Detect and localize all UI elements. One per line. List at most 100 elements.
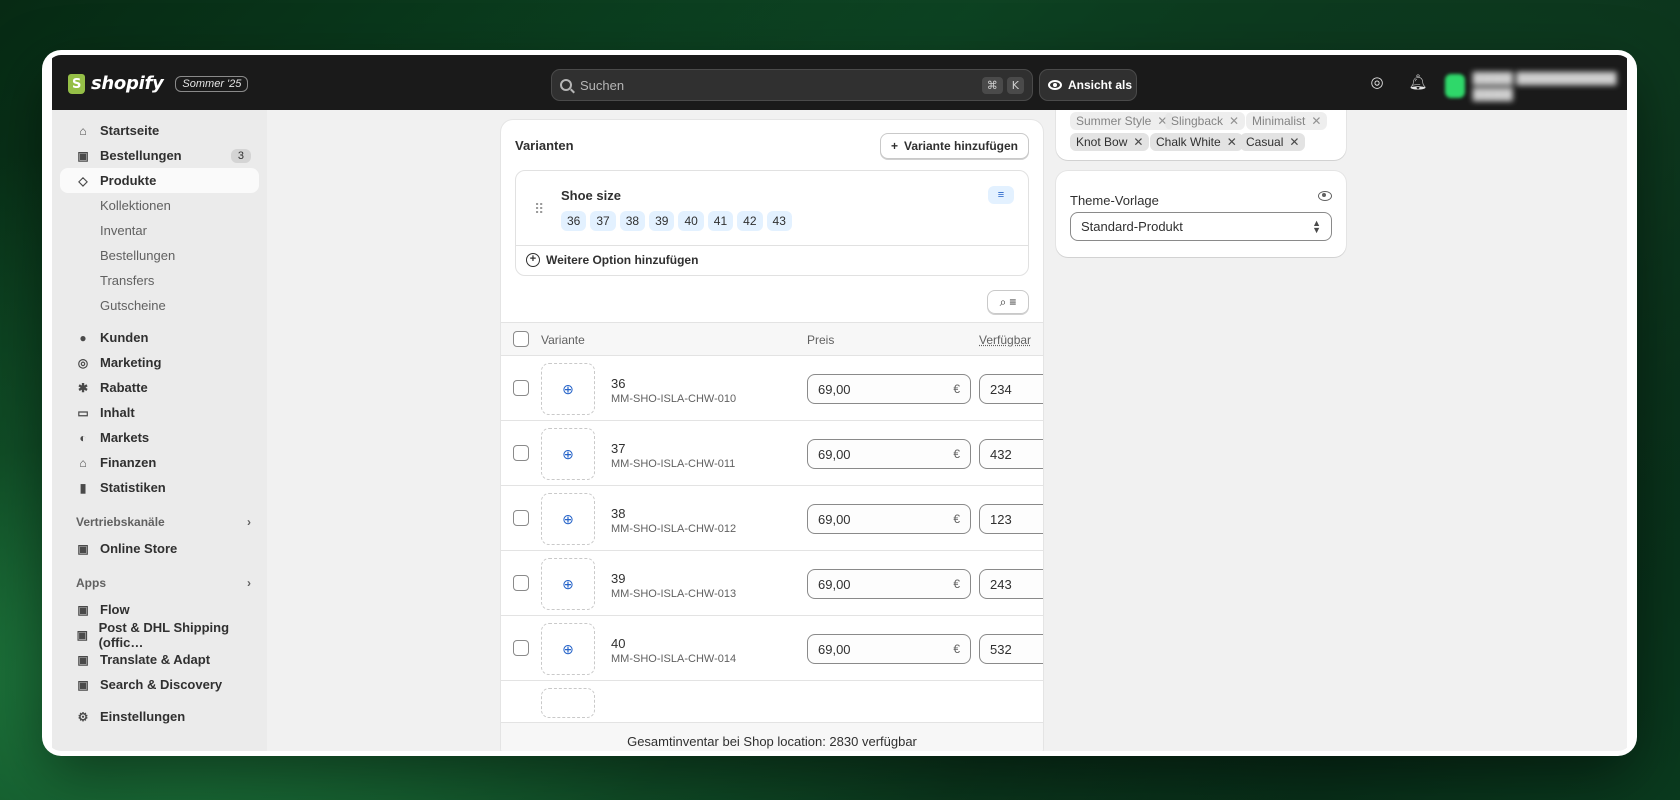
option-name[interactable]: Shoe size: [561, 188, 621, 203]
sidebar-item-app-translate[interactable]: ▣ Translate & Adapt: [60, 647, 259, 672]
table-row[interactable]: ⊕ 36 MM-SHO-ISLA-CHW-010 69,00 € 234: [501, 356, 1043, 421]
sidebar-item-home[interactable]: ⌂ Startseite: [60, 118, 259, 143]
close-icon[interactable]: ✕: [1227, 135, 1237, 149]
sidebar-item-label: Flow: [100, 602, 130, 617]
store-name: ▇▇▇▇ ▇▇▇▇▇▇▇▇▇▇ ▇▇▇▇: [1472, 70, 1617, 101]
sidebar-item-label: Finanzen: [100, 455, 157, 470]
option-value-chip: 39: [649, 211, 675, 231]
row-checkbox[interactable]: [513, 575, 529, 591]
gear-icon: ⚙: [77, 709, 89, 724]
sidebar-item-label: Search & Discovery: [100, 677, 223, 692]
drag-handle-icon[interactable]: ⠿: [534, 201, 544, 218]
sidebar-subitem-collections[interactable]: Kollektionen: [60, 193, 259, 218]
table-row[interactable]: ⊕ 37 MM-SHO-ISLA-CHW-011 69,00 € 432: [501, 421, 1043, 486]
currency-symbol: €: [953, 642, 960, 656]
select-all-checkbox[interactable]: [513, 331, 529, 347]
sidebar-item-settings[interactable]: ⚙ Einstellungen: [60, 704, 259, 729]
option-box: ⠿ Shoe size 36 37 38 39 40 41 42 43 ≡ + …: [515, 170, 1029, 276]
stock-input[interactable]: 123: [979, 504, 1043, 534]
sidebar-subitem-inventory[interactable]: Inventar: [60, 218, 259, 243]
search-app-icon: ▣: [77, 677, 89, 692]
table-row[interactable]: ⊕ 40 MM-SHO-ISLA-CHW-014 69,00 € 532: [501, 616, 1043, 681]
sidebar-item-analytics[interactable]: ▮ Statistiken: [60, 475, 259, 500]
theme-template-label: Theme-Vorlage: [1070, 193, 1159, 208]
table-row[interactable]: ⊕ 38 MM-SHO-ISLA-CHW-012 69,00 € 123: [501, 486, 1043, 551]
variants-table-header: Variante Preis Verfügbar: [501, 322, 1043, 356]
close-icon[interactable]: ✕: [1133, 135, 1143, 149]
add-option-button[interactable]: + Weitere Option hinzufügen: [526, 253, 698, 267]
row-checkbox[interactable]: [513, 640, 529, 656]
add-image-icon[interactable]: ⊕: [541, 493, 595, 545]
sidebar-item-content[interactable]: ▭ Inhalt: [60, 400, 259, 425]
add-variant-button[interactable]: + Variante hinzufügen: [879, 133, 1029, 159]
add-image-icon[interactable]: ⊕: [541, 558, 595, 610]
theme-template-select[interactable]: Standard-Produkt ▲ ▼: [1070, 212, 1332, 241]
price-input[interactable]: 69,00 €: [807, 504, 971, 534]
price-input[interactable]: 69,00 €: [807, 374, 971, 404]
sidebar-item-marketing[interactable]: ◎ Marketing: [60, 350, 259, 375]
row-checkbox[interactable]: [513, 380, 529, 396]
table-row[interactable]: ⊕ 39 MM-SHO-ISLA-CHW-013 69,00 € 243: [501, 551, 1043, 616]
add-image-icon[interactable]: ⊕: [541, 428, 595, 480]
option-value-chip: 40: [678, 211, 704, 231]
search-input[interactable]: Suchen ⌘ K: [551, 69, 1033, 101]
close-icon[interactable]: ✕: [1229, 114, 1239, 128]
plus-icon: +: [890, 139, 898, 153]
sidebar-item-label: Startseite: [100, 123, 160, 138]
sidekick-icon[interactable]: ◎: [1367, 73, 1387, 93]
search-filter-button[interactable]: ⌕ ≡: [987, 290, 1029, 314]
add-image-icon[interactable]: ⊕: [541, 363, 595, 415]
eye-icon[interactable]: [1318, 191, 1332, 201]
close-icon[interactable]: ✕: [1311, 114, 1321, 128]
row-checkbox[interactable]: [513, 510, 529, 526]
variant-name: 36: [611, 376, 626, 391]
stock-input[interactable]: 234: [979, 374, 1043, 404]
sidebar-item-app-search[interactable]: ▣ Search & Discovery: [60, 672, 259, 697]
add-image-icon[interactable]: ⊕: [541, 623, 595, 675]
user-menu[interactable]: ▇▇▇▇ ▇▇▇▇▇▇▇▇▇▇ ▇▇▇▇: [1445, 70, 1627, 102]
option-value-chip: 41: [707, 211, 734, 231]
sidebar-item-customers[interactable]: ● Kunden: [60, 325, 259, 350]
sidebar-item-orders[interactable]: ▣ Bestellungen 3: [60, 143, 259, 168]
variant-name: 38: [611, 506, 626, 521]
sidebar-item-markets[interactable]: ◐ Markets: [60, 425, 259, 450]
stock-input[interactable]: 243: [979, 569, 1043, 599]
sidebar-item-products[interactable]: ◇ Produkte: [60, 168, 259, 193]
main-content: Varianten + Variante hinzufügen ⠿ Shoe s…: [267, 110, 1627, 751]
sidebar-item-label: Einstellungen: [100, 709, 186, 724]
option-value-chip: 36: [561, 211, 587, 231]
sidebar-item-online-store[interactable]: ▣ Online Store: [60, 536, 259, 561]
tag-label: Minimalist: [1252, 114, 1306, 128]
bell-icon[interactable]: 🔔︎: [1408, 73, 1428, 93]
sidebar-item-label: Post & DHL Shipping (offic…: [98, 619, 230, 650]
sidebar-item-discounts[interactable]: ✱ Rabatte: [60, 375, 259, 400]
avatar: [1445, 74, 1465, 98]
section-label: Vertriebskanäle: [76, 515, 165, 529]
apps-heading[interactable]: Apps ›: [60, 569, 259, 597]
sidebar-item-app-flow[interactable]: ▣ Flow: [60, 597, 259, 622]
sidebar-subitem-transfers[interactable]: Transfers: [60, 268, 259, 293]
metafield-database-icon[interactable]: ≡: [988, 186, 1014, 204]
close-icon[interactable]: ✕: [1289, 135, 1299, 149]
sidebar-item-app-dhl[interactable]: ▣ Post & DHL Shipping (offic…: [60, 619, 259, 650]
price-input[interactable]: 69,00 €: [807, 439, 971, 469]
brand-name: shopify: [91, 73, 164, 94]
variant-sku: MM-SHO-ISLA-CHW-010: [611, 393, 737, 405]
sidebar-subitem-gift-cards[interactable]: Gutscheine: [60, 293, 259, 318]
sales-channels-heading[interactable]: Vertriebskanäle ›: [60, 508, 259, 536]
shopify-logo[interactable]: shopify Sommer '25: [68, 73, 249, 94]
sidebar-subitem-purchase-orders[interactable]: Bestellungen: [60, 243, 259, 268]
price-input[interactable]: 69,00 €: [807, 569, 971, 599]
col-variant: Variante: [541, 333, 585, 347]
stock-input[interactable]: 532: [979, 634, 1043, 664]
shortcut-key: K: [1006, 76, 1024, 94]
view-as-button[interactable]: Ansicht als: [1039, 69, 1137, 101]
price-input[interactable]: 69,00 €: [807, 634, 971, 664]
discount-icon: ✱: [77, 380, 89, 395]
row-checkbox[interactable]: [513, 445, 529, 461]
add-option-label: Weitere Option hinzufügen: [546, 253, 699, 267]
col-available[interactable]: Verfügbar: [979, 333, 1031, 347]
section-label: Apps: [76, 576, 106, 590]
sidebar-item-finance[interactable]: ⌂ Finanzen: [60, 450, 259, 475]
stock-input[interactable]: 432: [979, 439, 1043, 469]
